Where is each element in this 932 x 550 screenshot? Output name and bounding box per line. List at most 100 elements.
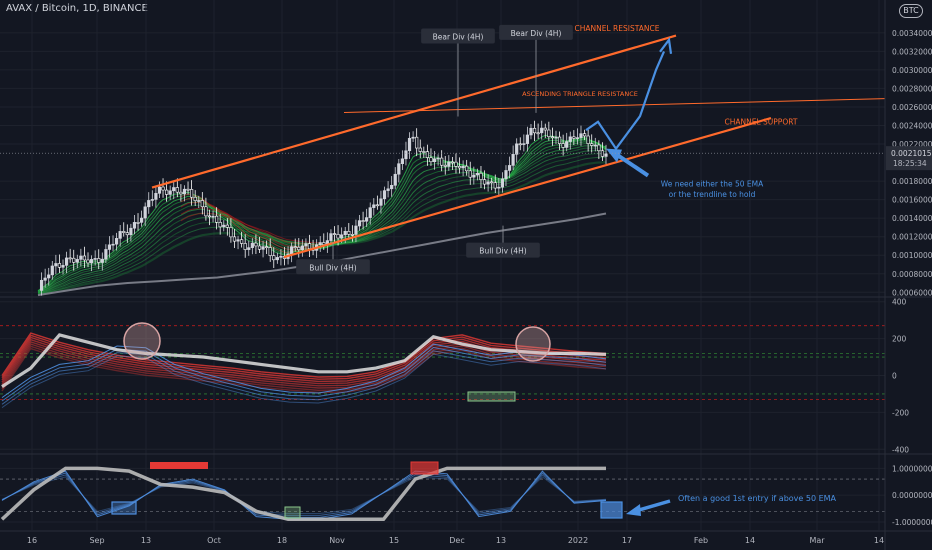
- candle-body: [211, 215, 215, 218]
- candle-body: [111, 243, 115, 246]
- candle-body: [350, 234, 354, 236]
- candle-body: [565, 141, 569, 148]
- candle-body: [89, 259, 94, 264]
- bear-div-circle: [515, 326, 551, 362]
- bull-div-box: [467, 391, 516, 402]
- candle-body: [461, 165, 465, 169]
- candle-body: [357, 220, 362, 227]
- bear-div-circle: [123, 322, 161, 360]
- candle-body: [157, 186, 162, 194]
- candle-body: [290, 246, 294, 255]
- candle-body: [136, 222, 140, 224]
- candle-body: [179, 191, 183, 195]
- candle-body: [257, 245, 262, 250]
- candle-body: [440, 157, 444, 166]
- candle-body: [261, 246, 265, 250]
- candle-body: [254, 242, 258, 247]
- candle-body: [279, 255, 283, 258]
- candle-body: [222, 224, 226, 228]
- candle-body: [293, 246, 297, 248]
- candle-body: [550, 136, 555, 139]
- candle-body: [425, 151, 429, 158]
- candle-body: [543, 127, 547, 131]
- candle-body: [497, 186, 501, 189]
- chart-stage: Bear Div (4H) Bear Div (4H) Bull Div (4H) B…: [0, 0, 932, 550]
- candle-body: [490, 181, 494, 184]
- x-tick-label: 2022: [568, 536, 588, 545]
- candle-body: [104, 249, 108, 260]
- candle-body: [297, 246, 301, 251]
- candle-body: [443, 164, 447, 167]
- candle-body: [457, 166, 462, 169]
- candle-body: [579, 133, 583, 138]
- candle-body: [225, 224, 229, 228]
- candle-body: [247, 247, 251, 250]
- stochastic-annotation: Often a good 1st entry if above 50 EMA: [678, 494, 837, 503]
- candle-body: [64, 257, 69, 266]
- candle-body: [547, 129, 551, 138]
- y-tick-label: 0.0032000: [892, 47, 932, 56]
- candle-body: [568, 136, 572, 142]
- y-tick-label: 0.0018000: [892, 177, 932, 186]
- candle-body: [175, 187, 179, 193]
- candle-body: [240, 239, 244, 244]
- x-tick-label: 15: [389, 536, 399, 545]
- candle-body: [336, 234, 340, 239]
- y-tick-label: 0.0024000: [892, 121, 932, 130]
- candle-body: [243, 243, 247, 250]
- candle-body: [572, 136, 576, 139]
- candle-body: [454, 161, 458, 167]
- oversold-marker: [284, 506, 301, 519]
- candle-body: [318, 242, 322, 246]
- candle-body: [332, 233, 337, 235]
- x-tick-label: Mar: [809, 536, 825, 545]
- candle-body: [79, 255, 83, 260]
- candle-body: [143, 206, 147, 219]
- candle-body: [529, 127, 533, 136]
- x-tick-label: 16: [27, 536, 37, 545]
- candle-body: [129, 227, 133, 236]
- candle-body: [47, 274, 51, 279]
- candle-body: [515, 143, 519, 155]
- candle-body: [375, 204, 379, 207]
- candle-body: [250, 242, 254, 248]
- candle-body: [600, 150, 605, 157]
- candle-body: [150, 199, 154, 201]
- y-tick-label: 0.0010000: [892, 251, 932, 260]
- candle-body: [554, 136, 558, 139]
- candle-body: [139, 217, 144, 223]
- trendline: [151, 34, 677, 189]
- x-tick-label: 17: [622, 536, 632, 545]
- stochastic-white-line: [0, 466, 606, 522]
- candle-body: [329, 233, 333, 241]
- chart-annotation: We need either the 50 EMA: [661, 180, 764, 189]
- divergence-label: Bear Div (4H): [511, 29, 562, 38]
- candle-body: [590, 143, 594, 146]
- candle-body: [493, 182, 497, 189]
- candle-body: [486, 181, 490, 185]
- candle-body: [57, 263, 62, 268]
- y-tick-label: 0.0034000: [892, 29, 932, 38]
- candle-body: [597, 144, 601, 152]
- candle-body: [39, 279, 44, 291]
- candle-body: [272, 255, 276, 261]
- candle-body: [393, 173, 397, 186]
- candle-body: [525, 134, 530, 144]
- candle-body: [193, 196, 197, 201]
- candle-body: [518, 143, 522, 146]
- candle-body: [575, 137, 580, 139]
- x-tick-label: 14: [745, 536, 755, 545]
- candle-body: [275, 257, 279, 261]
- candle-body: [204, 206, 208, 217]
- candle-body: [197, 200, 201, 202]
- candle-body: [436, 157, 440, 160]
- oscillator-pane[interactable]: [0, 322, 885, 409]
- candle-body: [186, 188, 190, 191]
- candle-body: [265, 246, 269, 248]
- candle-body: [97, 258, 101, 263]
- stochastic-pane[interactable]: Often a good 1st entry if above 50 EMA: [0, 461, 885, 522]
- candle-body: [429, 157, 433, 163]
- chart-annotation: ASCENDING TRIANGLE RESISTANCE: [522, 90, 638, 98]
- candle-body: [422, 151, 426, 153]
- x-tick-label: Oct: [207, 536, 221, 545]
